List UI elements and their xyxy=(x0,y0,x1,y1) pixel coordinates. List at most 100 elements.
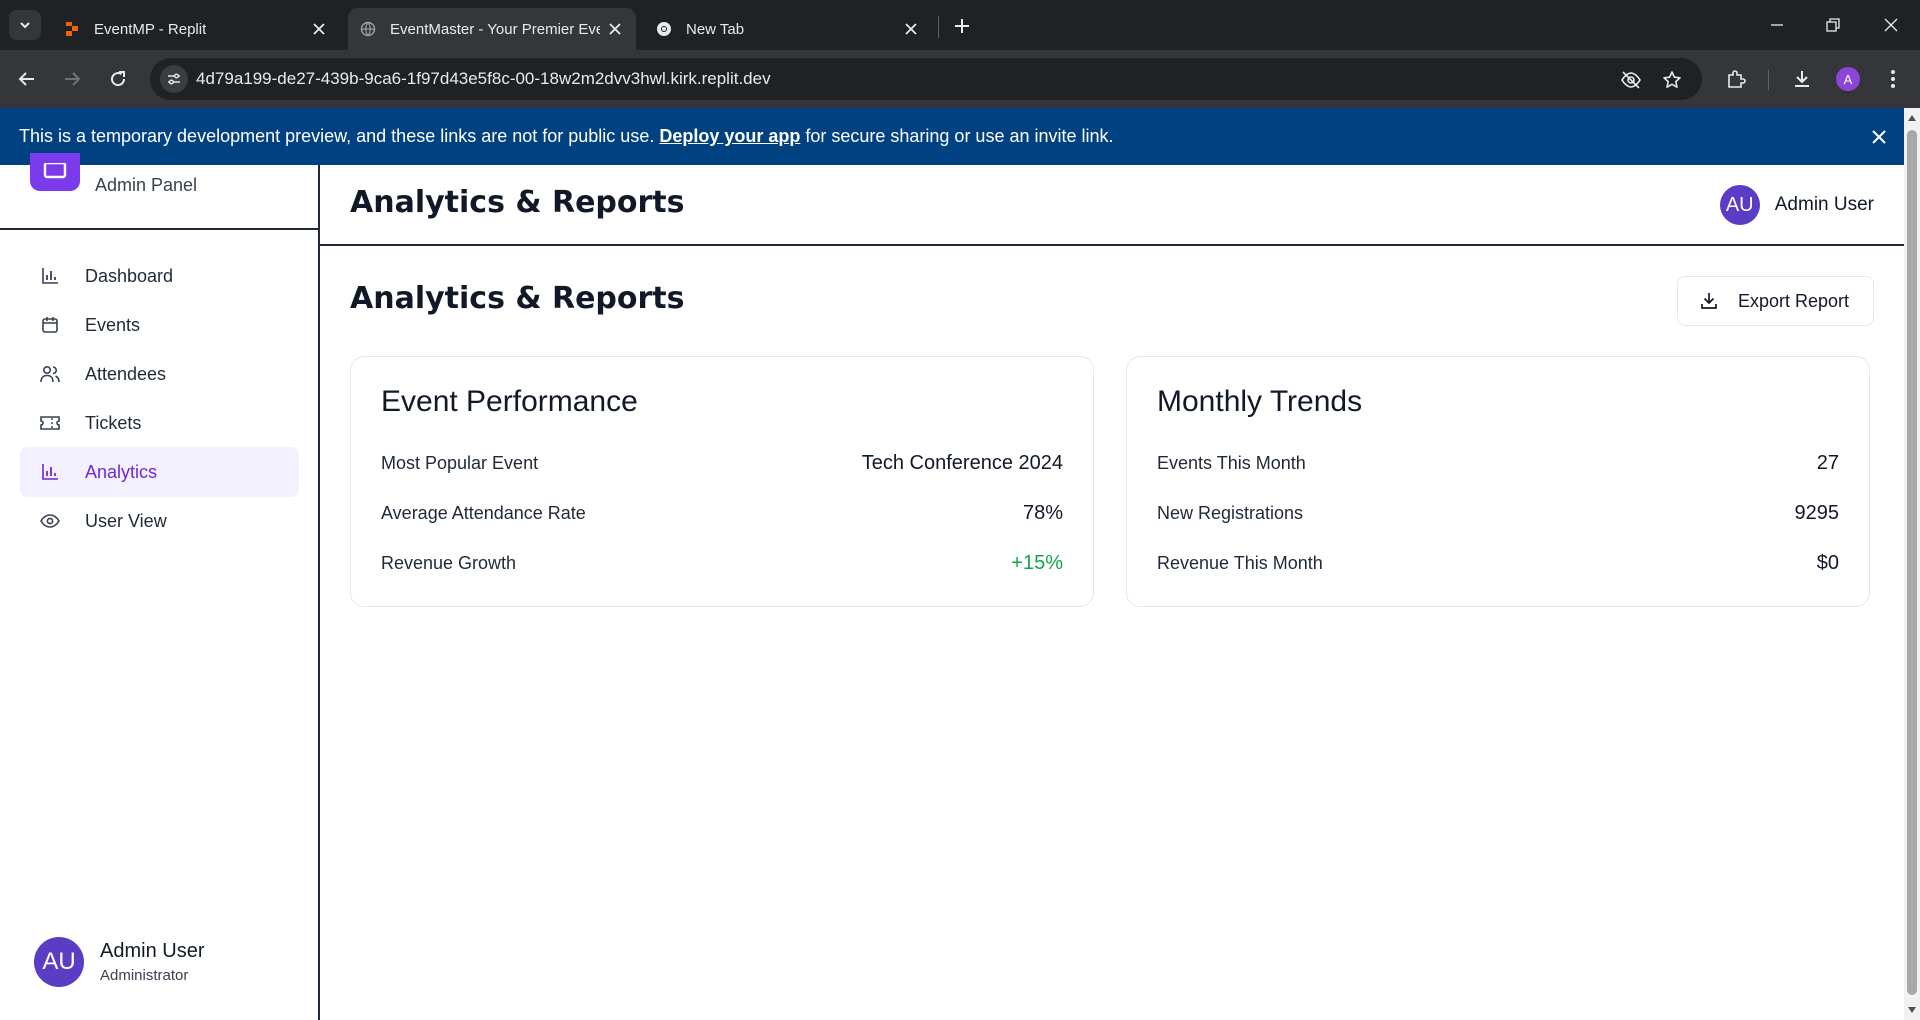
card-title: Event Performance xyxy=(381,385,638,418)
stat-label: Events This Month xyxy=(1157,453,1306,473)
banner-text-after: for secure sharing or use an invite link… xyxy=(805,126,1114,146)
address-bar[interactable]: 4d79a199-de27-439b-9ca6-1f97d43e5f8c-00-… xyxy=(150,58,1702,100)
browser-tab-new-tab[interactable]: New Tab xyxy=(644,8,932,50)
header-user-name: Admin User xyxy=(1774,194,1874,215)
stat-value: +15% xyxy=(1011,552,1063,574)
close-banner-icon[interactable] xyxy=(1868,126,1890,148)
reload-icon xyxy=(111,71,126,87)
page-scrollbar[interactable] xyxy=(1904,108,1920,1020)
calendar-icon xyxy=(43,163,67,179)
bookmark-star-icon[interactable] xyxy=(1659,67,1685,93)
arrow-right-icon xyxy=(65,72,81,86)
browser-tab-eventmaster[interactable]: EventMaster - Your Premier Eve xyxy=(348,8,636,50)
ticket-icon xyxy=(40,413,60,433)
plus-icon xyxy=(955,19,969,33)
close-tab-icon[interactable] xyxy=(606,20,624,38)
sidebar-item-tickets[interactable]: Tickets xyxy=(20,398,299,448)
stat-value: 78% xyxy=(1022,502,1063,524)
sidebar-item-attendees[interactable]: Attendees xyxy=(20,349,299,399)
app-logo[interactable] xyxy=(30,153,80,191)
header-title: Analytics & Reports xyxy=(350,185,685,220)
profile-avatar: A xyxy=(1836,67,1860,91)
avatar: AU xyxy=(34,937,84,987)
extensions-button[interactable] xyxy=(1721,64,1751,94)
tab-title: New Tab xyxy=(686,20,745,38)
sidebar-item-label: Tickets xyxy=(85,412,142,433)
eye-off-icon[interactable] xyxy=(1618,67,1644,93)
scroll-down-arrow-icon[interactable] xyxy=(1904,1002,1920,1018)
tune-icon xyxy=(168,73,180,85)
replit-favicon-icon xyxy=(66,22,78,36)
stat-label: Average Attendance Rate xyxy=(381,503,586,523)
deploy-app-link[interactable]: Deploy your app xyxy=(659,126,800,147)
export-report-label: Export Report xyxy=(1738,290,1850,311)
stat-row: Events This Month 27 xyxy=(1157,452,1839,475)
minimize-button[interactable] xyxy=(1762,10,1792,40)
sidebar-item-label: User View xyxy=(85,510,167,531)
globe-icon xyxy=(360,21,376,37)
banner-text: This is a temporary development preview,… xyxy=(19,126,655,146)
stat-row: Revenue Growth +15% xyxy=(381,552,1063,575)
browser-tab-replit[interactable]: EventMP - Replit xyxy=(52,8,340,50)
main-content: Analytics & Reports AU Admin User Analyt… xyxy=(320,165,1904,1020)
export-report-button[interactable]: Export Report xyxy=(1677,276,1874,326)
url-text[interactable]: 4d79a199-de27-439b-9ca6-1f97d43e5f8c-00-… xyxy=(196,69,771,89)
toolbar-divider xyxy=(1768,70,1769,90)
chrome-icon xyxy=(657,22,671,36)
tab-title: EventMaster - Your Premier Eve xyxy=(390,20,600,38)
tab-separator xyxy=(938,16,939,38)
chevron-down-icon xyxy=(20,22,30,29)
more-vertical-icon xyxy=(1891,70,1895,88)
user-role: Administrator xyxy=(100,967,189,984)
stat-value: 9295 xyxy=(1794,502,1840,524)
forward-button[interactable] xyxy=(57,64,87,94)
stat-row: Average Attendance Rate 78% xyxy=(381,502,1063,525)
back-button[interactable] xyxy=(12,64,42,94)
stat-row: New Registrations 9295 xyxy=(1157,502,1839,525)
sidebar-item-dashboard[interactable]: Dashboard xyxy=(20,251,299,301)
downloads-button[interactable] xyxy=(1787,64,1817,94)
stat-label: Revenue Growth xyxy=(381,553,517,573)
admin-sidebar: Admin Panel Dashboard Events Attendees T… xyxy=(0,153,320,1020)
stat-value: $0 xyxy=(1816,552,1839,574)
tab-search-button[interactable] xyxy=(9,10,41,40)
close-tab-icon[interactable] xyxy=(902,20,920,38)
user-name: Admin User xyxy=(100,940,205,962)
sidebar-divider xyxy=(0,228,318,230)
profile-button[interactable]: A xyxy=(1833,64,1863,94)
reload-button[interactable] xyxy=(103,64,133,94)
restore-button[interactable] xyxy=(1818,10,1848,40)
card-title: Monthly Trends xyxy=(1157,385,1363,418)
browser-toolbar: 4d79a199-de27-439b-9ca6-1f97d43e5f8c-00-… xyxy=(0,50,1920,108)
site-info-button[interactable] xyxy=(160,65,188,93)
close-tab-icon[interactable] xyxy=(310,20,328,38)
close-icon xyxy=(1884,18,1898,32)
sidebar-user-profile[interactable]: AU Admin User Administrator xyxy=(34,937,204,987)
download-icon xyxy=(1698,290,1720,312)
restore-icon xyxy=(1826,18,1840,32)
chrome-menu-button[interactable] xyxy=(1878,64,1908,94)
new-tab-button[interactable] xyxy=(948,12,976,40)
avatar: AU xyxy=(1719,185,1760,225)
puzzle-icon xyxy=(1728,70,1746,88)
eye-icon xyxy=(40,511,60,531)
sidebar-item-user-view[interactable]: User View xyxy=(20,496,299,546)
scroll-up-arrow-icon[interactable] xyxy=(1904,110,1920,126)
scrollbar-thumb[interactable] xyxy=(1907,130,1917,995)
sidebar-item-label: Analytics xyxy=(85,461,158,482)
stat-row: Revenue This Month $0 xyxy=(1157,552,1839,575)
stat-value: Tech Conference 2024 xyxy=(861,452,1063,474)
calendar-icon xyxy=(40,315,60,335)
dev-preview-banner: This is a temporary development preview,… xyxy=(0,108,1904,165)
sidebar-item-label: Events xyxy=(85,314,141,335)
sidebar-item-events[interactable]: Events xyxy=(20,300,299,350)
monthly-trends-card: Monthly Trends Events This Month 27 New … xyxy=(1126,356,1870,607)
header-user-menu[interactable]: AU Admin User xyxy=(1719,185,1874,225)
stat-label: New Registrations xyxy=(1157,503,1304,523)
bar-chart-icon xyxy=(40,266,60,286)
sidebar-item-analytics[interactable]: Analytics xyxy=(20,447,299,497)
page-title: Analytics & Reports xyxy=(350,281,685,316)
close-window-button[interactable] xyxy=(1876,10,1906,40)
tab-title: EventMP - Replit xyxy=(94,20,207,38)
bar-chart-icon xyxy=(40,462,60,482)
